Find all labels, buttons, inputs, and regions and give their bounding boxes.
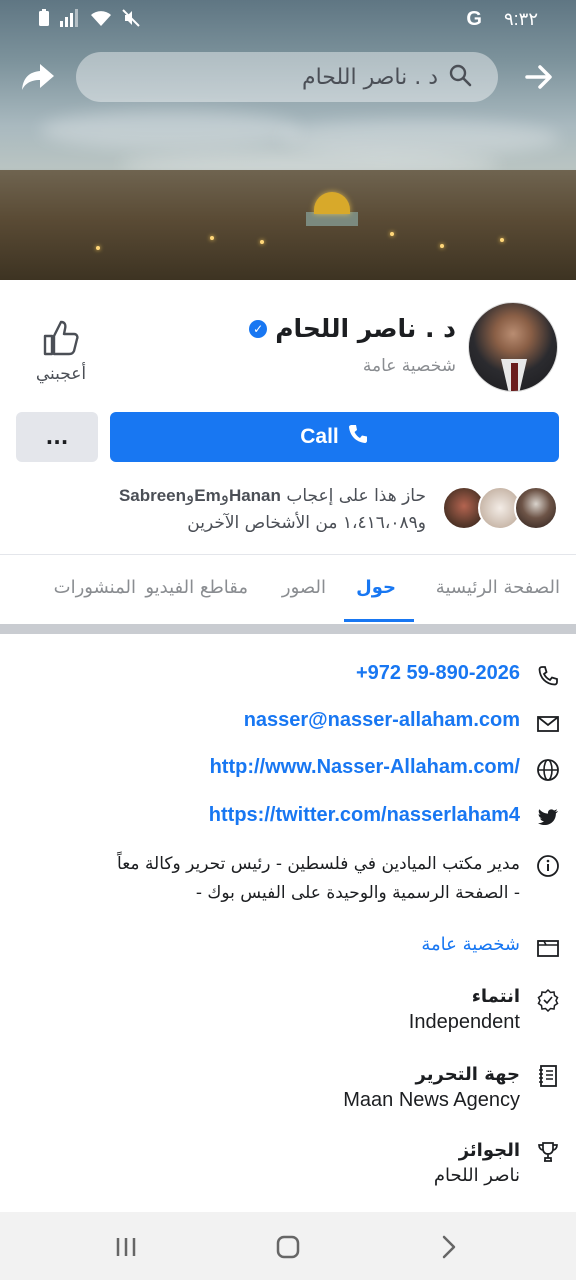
awards-label: الجوائز bbox=[458, 1140, 520, 1161]
wifi-icon bbox=[90, 9, 112, 32]
profile-name-row: د . ناصر اللحام ✓ bbox=[249, 314, 456, 343]
signal-icon bbox=[60, 9, 80, 32]
google-icon: G bbox=[466, 8, 482, 30]
friend-avatar bbox=[514, 486, 558, 530]
affiliation-row: انتماء Independent bbox=[409, 986, 520, 1034]
website-row[interactable]: http://www.Nasser-Allaham.com/ bbox=[210, 756, 520, 779]
editor-label: جهة التحرير bbox=[415, 1064, 520, 1085]
more-options-button[interactable]: ... bbox=[16, 412, 98, 462]
battery-icon bbox=[38, 9, 50, 32]
city-light bbox=[96, 246, 100, 250]
globe-icon bbox=[536, 758, 560, 782]
awards-value: ناصر اللحام bbox=[433, 1165, 520, 1186]
search-icon bbox=[448, 63, 472, 91]
city-skyline bbox=[0, 170, 576, 280]
phone-icon bbox=[347, 423, 369, 451]
tab-home[interactable]: الصفحة الرئيسية bbox=[436, 577, 560, 598]
email-row[interactable]: nasser@nasser-allaham.com bbox=[244, 709, 520, 732]
friends-line-1: حاز هذا على إعجاب HananوEmوSabreen bbox=[118, 486, 426, 506]
avatar-tie bbox=[511, 363, 518, 391]
friends-like-text[interactable]: حاز هذا على إعجاب HananوEmوSabreen و١،٤١… bbox=[46, 482, 426, 537]
mute-icon bbox=[122, 9, 140, 32]
like-button[interactable]: أعجبني bbox=[30, 318, 92, 384]
phone-row[interactable]: +972 59-890-2026 bbox=[356, 662, 520, 685]
friend-name: Em bbox=[194, 486, 221, 505]
city-light bbox=[440, 244, 444, 248]
verified-badge-icon: ✓ bbox=[249, 319, 268, 338]
thumbs-up-icon bbox=[41, 318, 81, 358]
like-label: أعجبني bbox=[35, 364, 87, 384]
bio-line-1: مدير مكتب الميادين في فلسطين - رئيس تحري… bbox=[117, 854, 520, 874]
profile-header: د . ناصر اللحام ✓ شخصية عامة أعجبني ... … bbox=[0, 280, 576, 554]
friend-name: Hanan bbox=[228, 486, 281, 505]
page-title: د . ناصر اللحام bbox=[275, 314, 456, 343]
editor-row: جهة التحرير Maan News Agency bbox=[343, 1064, 520, 1112]
back-arrow-icon[interactable] bbox=[524, 62, 554, 92]
tab-about[interactable]: حول bbox=[356, 577, 396, 598]
email-icon bbox=[536, 712, 560, 736]
friends-line-2: و١،٤١٦،٠٨٩ من الأشخاص الآخرين bbox=[187, 513, 426, 533]
search-bar[interactable]: د . ناصر اللحام bbox=[76, 52, 498, 102]
twitter-icon bbox=[536, 806, 560, 830]
city-light bbox=[500, 238, 504, 242]
back-icon[interactable] bbox=[434, 1232, 464, 1262]
system-nav-bar bbox=[0, 1212, 576, 1280]
website-link[interactable]: http://www.Nasser-Allaham.com/ bbox=[210, 756, 520, 778]
category-row[interactable]: شخصية عامة bbox=[421, 934, 520, 955]
info-icon bbox=[536, 854, 560, 878]
call-label: Call bbox=[300, 425, 339, 448]
page-category: شخصية عامة bbox=[362, 356, 456, 376]
profile-avatar[interactable] bbox=[468, 302, 558, 392]
affiliation-label: انتماء bbox=[471, 986, 520, 1007]
twitter-row[interactable]: https://twitter.com/nasserlaham4 bbox=[209, 804, 520, 827]
tab-videos[interactable]: مقاطع الفيديو bbox=[145, 577, 248, 598]
section-divider bbox=[0, 624, 576, 634]
city-light bbox=[390, 232, 394, 236]
bio-line-2: - الصفحة الرسمية والوحيدة على الفيس بوك … bbox=[195, 883, 520, 903]
friend-name: Sabreen bbox=[118, 486, 187, 505]
cover-photo[interactable]: G ٩:٣٢ د . ناصر اللحام bbox=[0, 0, 576, 280]
clock: ٩:٣٢ bbox=[503, 9, 538, 29]
city-light bbox=[210, 236, 214, 240]
cloud-shape bbox=[40, 110, 300, 150]
dome-base bbox=[306, 212, 358, 226]
search-input[interactable]: د . ناصر اللحام bbox=[302, 65, 438, 90]
friends-avatars[interactable] bbox=[442, 486, 558, 530]
badge-icon bbox=[536, 988, 560, 1013]
phone-icon bbox=[536, 664, 560, 688]
notebook-icon bbox=[536, 1064, 560, 1088]
email-link[interactable]: nasser@nasser-allaham.com bbox=[244, 709, 520, 731]
bio-text: مدير مكتب الميادين في فلسطين - رئيس تحري… bbox=[60, 850, 520, 908]
city-light bbox=[260, 240, 264, 244]
twitter-link[interactable]: https://twitter.com/nasserlaham4 bbox=[209, 804, 520, 826]
category-icon bbox=[536, 936, 560, 960]
status-bar: G ٩:٣٢ bbox=[0, 0, 576, 40]
home-icon[interactable] bbox=[273, 1232, 303, 1262]
tab-posts[interactable]: المنشورات bbox=[54, 577, 136, 598]
affiliation-value: Independent bbox=[408, 1011, 520, 1033]
active-tab-indicator bbox=[344, 619, 414, 622]
page-tabs: الصفحة الرئيسية حول الصور مقاطع الفيديو … bbox=[0, 554, 576, 624]
editor-value: Maan News Agency bbox=[343, 1089, 520, 1111]
trophy-icon bbox=[536, 1140, 560, 1164]
tab-photos[interactable]: الصور bbox=[282, 577, 326, 598]
awards-row: الجوائز ناصر اللحام bbox=[434, 1140, 520, 1186]
share-icon[interactable] bbox=[20, 58, 56, 94]
recent-apps-icon[interactable] bbox=[112, 1232, 142, 1262]
call-button[interactable]: Call bbox=[110, 412, 559, 462]
category-link[interactable]: شخصية عامة bbox=[421, 934, 520, 955]
phone-number[interactable]: +972 59-890-2026 bbox=[356, 662, 520, 684]
friends-prefix: حاز هذا على إعجاب bbox=[286, 486, 426, 506]
